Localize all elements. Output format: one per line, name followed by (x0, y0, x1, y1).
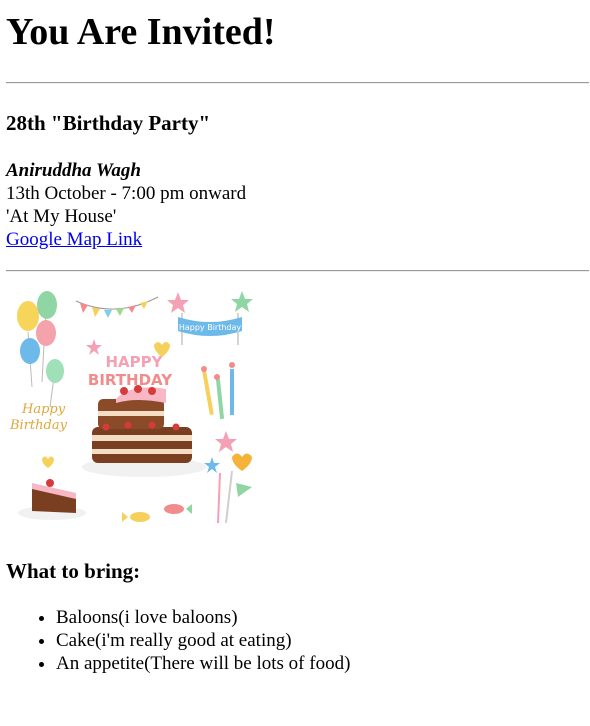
svg-text:BIRTHDAY: BIRTHDAY (88, 371, 173, 389)
event-venue: 'At My House' (6, 206, 117, 227)
star-icon (231, 291, 253, 312)
svg-text:Happy Birthday: Happy Birthday (179, 323, 242, 332)
list-item: Baloons(i love baloons) (56, 606, 350, 629)
cake-topper-text: HAPPY BIRTHDAY (88, 353, 173, 389)
star-icon (167, 292, 189, 313)
cake-slice-icon (18, 456, 86, 520)
list-item: An appetite(There will be lots of food) (56, 652, 350, 675)
ribbon-banner: Happy Birthday (178, 313, 242, 345)
svg-text:Happy: Happy (21, 402, 66, 417)
birthday-cake-image: Happy Birthday HAPPY BIRTHDAY Happy Birt… (9, 291, 253, 524)
event-datetime: 13th October - 7:00 pm onward (6, 183, 247, 204)
flag-icon (236, 483, 252, 497)
bunting-icon (75, 296, 159, 318)
svg-text:HAPPY: HAPPY (105, 353, 163, 371)
balloons-icon (17, 291, 64, 408)
google-map-link[interactable]: Google Map Link (6, 229, 142, 250)
candy-icon (122, 504, 192, 522)
list-item: Cake(i'm really good at eating) (56, 629, 350, 652)
divider (6, 82, 589, 84)
divider (6, 270, 589, 272)
star-icon (86, 339, 102, 355)
event-details: Aniruddha Wagh 13th October - 7:00 pm on… (6, 159, 246, 251)
star-icon (204, 457, 220, 473)
page-title: You Are Invited! (6, 11, 276, 53)
star-icon (215, 431, 237, 452)
svg-text:Birthday: Birthday (9, 418, 68, 433)
bring-heading: What to bring: (6, 559, 141, 583)
host-name: Aniruddha Wagh (6, 160, 142, 181)
happy-birthday-script: Happy Birthday (9, 402, 68, 433)
event-title: 28th "Birthday Party" (6, 111, 211, 135)
cake-icon (82, 385, 206, 477)
heart-icon (232, 453, 252, 471)
candles-icon (201, 362, 235, 420)
bring-list: Baloons(i love baloons) Cake(i'm really … (6, 606, 350, 675)
